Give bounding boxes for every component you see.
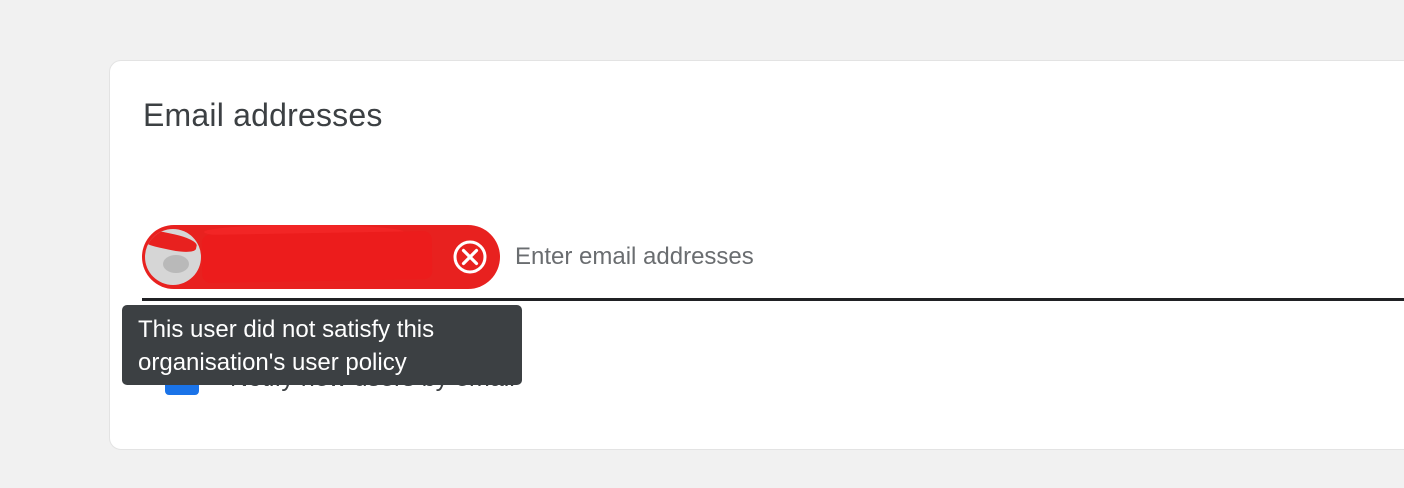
tooltip-line-1: This user did not satisfy this xyxy=(138,316,435,343)
policy-error-tooltip: This user did not satisfy this organisat… xyxy=(122,305,522,385)
redaction-mark xyxy=(145,229,199,256)
avatar xyxy=(145,229,201,285)
tooltip-line-2: organisation's user policy xyxy=(138,349,407,376)
email-addresses-input[interactable] xyxy=(515,239,1115,275)
recipient-chip-error[interactable] xyxy=(142,225,500,289)
redaction-mark xyxy=(201,230,433,284)
input-underline xyxy=(142,298,1404,301)
section-title: Email addresses xyxy=(143,97,383,133)
close-circle-icon[interactable] xyxy=(452,239,488,275)
email-addresses-card: Email addresses Notify new users by emai… xyxy=(109,60,1404,450)
avatar-silhouette xyxy=(163,255,189,273)
